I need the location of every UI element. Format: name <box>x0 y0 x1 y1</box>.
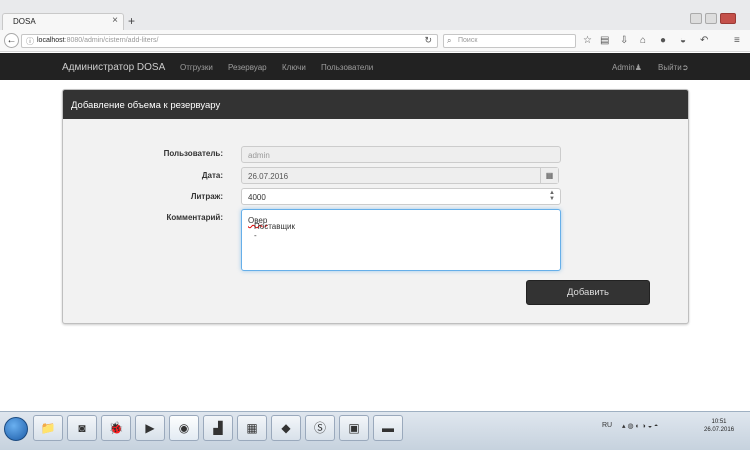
comment-value: Поставщик - Овер <box>248 216 296 240</box>
calendar-icon[interactable]: ▦ <box>540 168 558 183</box>
pocket-icon[interactable]: ◒ <box>680 35 686 46</box>
app-icon[interactable]: ◙ <box>67 415 97 441</box>
nav-item-users[interactable]: Пользователи <box>321 63 373 72</box>
close-window-button[interactable] <box>720 13 736 24</box>
taskbar: 📁 ◙ 🐞 ▶ ◉ ▟ ▦ ◆ Ⓢ ▣ ▬ RU ▴ ◍ ◐ ◑ ◒ ◓ 10:… <box>0 411 750 450</box>
info-icon[interactable]: ⓘ <box>26 36 34 47</box>
clock-time: 10:51 <box>711 419 727 425</box>
download-icon[interactable]: ⇩ <box>620 35 628 46</box>
comment-textarea[interactable]: Поставщик - Овер <box>241 209 561 271</box>
search-input[interactable]: ⌕ Поиск <box>443 34 576 48</box>
bug-icon[interactable]: 🐞 <box>101 415 131 441</box>
tab-title: DOSA <box>13 17 36 26</box>
start-button[interactable] <box>4 417 28 441</box>
user-menu[interactable]: Admin♟ <box>612 63 642 72</box>
nav-item-keys[interactable]: Ключи <box>282 63 306 72</box>
comment-label: Комментарий: <box>166 213 223 222</box>
terminal-icon[interactable]: ▬ <box>373 415 403 441</box>
back-button[interactable]: ← <box>4 33 19 48</box>
liters-input[interactable]: 4000 ▲ ▼ <box>241 188 561 205</box>
user-name: Admin <box>612 63 635 72</box>
clock[interactable]: 10:51 26.07.2016 <box>704 418 734 434</box>
user-label: Пользователь: <box>163 149 223 158</box>
add-volume-panel: Добавление объема к резервуару Пользоват… <box>62 89 689 324</box>
logout-icon: ➲ <box>681 63 689 72</box>
logout-label: Выйти <box>658 63 682 72</box>
screen: DOSA × + ← ⓘ localhost:8080/admin/cister… <box>0 0 750 450</box>
add-button[interactable]: Добавить <box>526 280 650 305</box>
skype-icon[interactable]: Ⓢ <box>305 415 335 441</box>
tray-language[interactable]: RU <box>602 422 612 429</box>
app-brand[interactable]: Администратор DOSA <box>62 62 165 73</box>
chat-icon[interactable]: ● <box>660 35 666 46</box>
tab-close-icon[interactable]: × <box>112 15 118 26</box>
tray-icons[interactable]: ▴ ◍ ◐ ◑ ◒ ◓ <box>622 422 658 430</box>
firefox-icon[interactable]: ◉ <box>169 415 199 441</box>
user-value: admin <box>248 151 270 160</box>
browser-tab-strip: DOSA × + <box>0 0 750 30</box>
calculator-icon[interactable]: ▦ <box>237 415 267 441</box>
logout-link[interactable]: Выйти➲ <box>658 63 688 72</box>
app-navbar: Администратор DOSA Отгрузки Резервуар Кл… <box>0 53 750 80</box>
explorer-icon[interactable]: 📁 <box>33 415 63 441</box>
user-icon: ♟ <box>634 63 642 72</box>
home-icon[interactable]: ⌂ <box>640 35 646 46</box>
browser-tab[interactable]: DOSA × <box>2 13 124 30</box>
star-icon[interactable]: ☆ <box>583 35 592 46</box>
date-label: Дата: <box>201 171 223 180</box>
browser-toolbar: ← ⓘ localhost:8080/admin/cistern/add-lit… <box>0 30 750 52</box>
minimize-button[interactable] <box>690 13 702 24</box>
media-player-icon[interactable]: ▶ <box>135 415 165 441</box>
new-tab-button[interactable]: + <box>128 14 135 28</box>
user-field: admin <box>241 146 561 163</box>
menu-icon[interactable]: ≡ <box>734 35 740 46</box>
date-field[interactable]: 26.07.2016 ▦ <box>241 167 559 184</box>
library-icon[interactable]: ▤ <box>600 35 609 46</box>
panel-header: Добавление объема к резервуару <box>63 90 688 119</box>
nav-item-tank[interactable]: Резервуар <box>228 63 267 72</box>
back-arrow-icon[interactable]: ↶ <box>700 35 708 46</box>
panel-title: Добавление объема к резервуару <box>71 100 221 111</box>
spinner-icon[interactable]: ▲ ▼ <box>549 190 555 202</box>
liters-value: 4000 <box>248 193 266 202</box>
python-icon[interactable]: ◆ <box>271 415 301 441</box>
nav-item-shipments[interactable]: Отгрузки <box>180 63 213 72</box>
url-bar[interactable]: ⓘ localhost:8080/admin/cistern/add-liter… <box>21 34 438 48</box>
search-icon: ⌕ <box>447 36 452 45</box>
clock-date: 26.07.2016 <box>704 427 735 433</box>
liters-label: Литраж: <box>190 192 223 201</box>
reload-icon[interactable]: ↻ <box>424 35 432 46</box>
chart-app-icon[interactable]: ▟ <box>203 415 233 441</box>
url-text: localhost:8080/admin/cistern/add-liters/ <box>37 37 159 44</box>
window-app-icon[interactable]: ▣ <box>339 415 369 441</box>
search-placeholder: Поиск <box>458 37 478 44</box>
date-value: 26.07.2016 <box>248 172 289 181</box>
maximize-button[interactable] <box>705 13 717 24</box>
